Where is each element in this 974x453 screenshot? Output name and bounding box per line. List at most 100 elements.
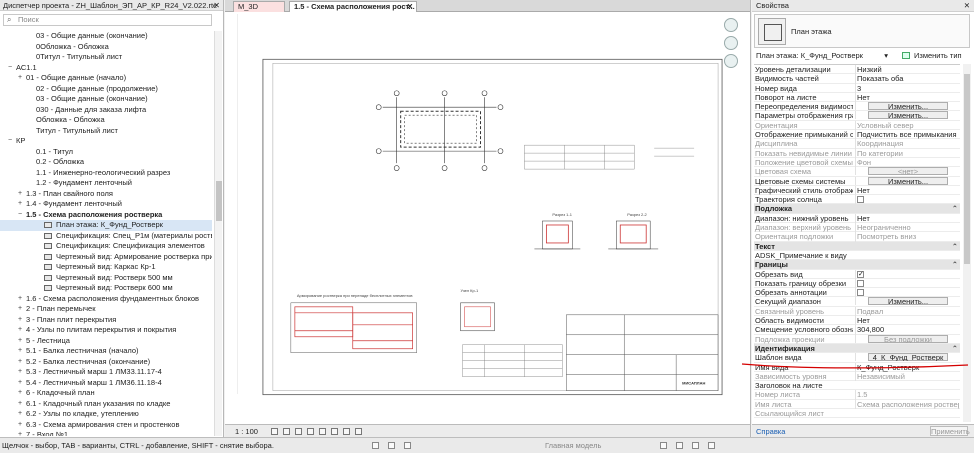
type-selector[interactable]: План этажа: [754, 14, 970, 48]
expand-icon[interactable]: +: [16, 73, 24, 84]
tree-item[interactable]: +4 - Узлы по плитам перекрытия и покрыти…: [0, 325, 212, 336]
model-selector[interactable]: Главная модель: [545, 440, 605, 451]
zoom-icon[interactable]: [724, 36, 738, 50]
tree-item[interactable]: +1.4 - Фундамент ленточный: [0, 199, 212, 210]
tree-item[interactable]: +5.4 - Лестничный марш 1 ЛМ36.11.18-4: [0, 378, 212, 389]
property-value[interactable]: Нет: [855, 92, 959, 103]
tree-item[interactable]: +1.6 - Схема расположения фундаментных б…: [0, 294, 212, 305]
tree-item[interactable]: +1.3 - План свайного поля: [0, 189, 212, 200]
navigation-bar[interactable]: [723, 16, 739, 76]
property-value[interactable]: К_Фунд_Ростверк: [855, 362, 959, 372]
checkbox[interactable]: [857, 196, 864, 204]
property-checkbox-cell[interactable]: [855, 278, 959, 289]
expand-icon[interactable]: +: [16, 325, 24, 336]
tree-item[interactable]: Чертежный вид: Армирование ростверка при…: [0, 252, 212, 263]
sheet-canvas[interactable]: Разрез 1-1 Разрез 2-2 Армирование ростве…: [225, 13, 750, 423]
property-value-cell[interactable]: 4_К_Фунд_Ростверк: [855, 353, 959, 362]
tree-item[interactable]: 0.2 - Обложка: [0, 157, 212, 168]
properties-scrollbar[interactable]: [963, 64, 971, 422]
tree-item[interactable]: 1.1 - Инженерно-геологический разрез: [0, 168, 212, 179]
property-edit-button[interactable]: Изменить...: [868, 176, 948, 185]
expand-icon[interactable]: +: [16, 357, 24, 368]
sync-icon[interactable]: [404, 442, 411, 449]
crop-region-icon[interactable]: [331, 428, 338, 435]
property-value-cell[interactable]: Изменить...: [855, 102, 959, 111]
tree-item[interactable]: Чертежный вид: Каркас Кр-1: [0, 262, 212, 273]
expand-icon[interactable]: +: [16, 336, 24, 347]
property-value[interactable]: Показать оба: [855, 74, 959, 84]
property-checkbox-cell[interactable]: [855, 288, 959, 298]
property-group[interactable]: Подложка ⌃: [754, 204, 960, 214]
expand-icon[interactable]: +: [16, 399, 24, 410]
tab-scheme-rostverk[interactable]: 1.5 - Схема расположения рост... ✕: [289, 1, 417, 12]
tree-item[interactable]: 03 - Общие данные (окончание): [0, 94, 212, 105]
filter-icon[interactable]: [708, 442, 715, 449]
tree-item[interactable]: План этажа: К_Фунд_Ростверк: [0, 220, 212, 231]
tree-item[interactable]: Чертежный вид: Ростверк 600 мм: [0, 283, 212, 294]
tree-item[interactable]: +01 - Общие данные (начало): [0, 73, 212, 84]
tree-item[interactable]: 0Титул - Титульный лист: [0, 52, 212, 63]
property-group[interactable]: Границы ⌃: [754, 260, 960, 270]
collapse-icon[interactable]: ⌃: [952, 204, 958, 213]
tree-item[interactable]: − КР: [0, 136, 212, 147]
tree-item[interactable]: Обложка - Обложка: [0, 115, 212, 126]
crop-view-icon[interactable]: [319, 428, 326, 435]
tree-item[interactable]: +7 - Вход №1: [0, 430, 212, 436]
select-pinned-icon[interactable]: [692, 442, 699, 449]
scroll-thumb[interactable]: [216, 181, 222, 221]
property-value[interactable]: 304,800: [855, 325, 959, 335]
detail-level-icon[interactable]: [271, 428, 278, 435]
edit-type-button[interactable]: Изменить тип: [898, 50, 970, 62]
visual-style-icon[interactable]: [283, 428, 290, 435]
property-value[interactable]: Нет: [855, 213, 959, 224]
tree-item[interactable]: +6.2 - Узлы по кладке, утеплению: [0, 409, 212, 420]
collapse-icon[interactable]: −: [6, 63, 14, 74]
expand-icon[interactable]: +: [16, 378, 24, 389]
close-icon[interactable]: ✕: [964, 0, 970, 12]
expand-icon[interactable]: +: [16, 304, 24, 315]
tab-m3d[interactable]: M_3D: [233, 1, 285, 12]
scroll-thumb[interactable]: [964, 74, 970, 264]
property-group[interactable]: Текст ⌃: [754, 241, 960, 251]
design-options-icon[interactable]: [388, 442, 395, 449]
tree-item[interactable]: +2 - План перемычек: [0, 304, 212, 315]
tree-item[interactable]: Спецификация: Спец_Р1м (материалы ростве…: [0, 231, 212, 242]
properties-help-link[interactable]: Справка: [756, 427, 785, 436]
tree-item[interactable]: +6.3 - Схема армирования стен и простенк…: [0, 420, 212, 431]
tree-item[interactable]: −1.5 - Схема расположения ростверка: [0, 210, 212, 221]
property-edit-button[interactable]: Изменить...: [868, 297, 948, 306]
expand-icon[interactable]: +: [16, 189, 24, 200]
expand-icon[interactable]: +: [16, 199, 24, 210]
tree-item[interactable]: 0Обложка - Обложка: [0, 42, 212, 53]
tree-item[interactable]: +3 - План плит перекрытия: [0, 315, 212, 326]
checkbox[interactable]: [857, 289, 864, 297]
property-value[interactable]: Нет: [855, 316, 959, 326]
pan-icon[interactable]: [724, 54, 738, 68]
tree-item[interactable]: +5.2 - Балка лестничная (окончание): [0, 357, 212, 368]
expand-icon[interactable]: +: [16, 294, 24, 305]
drawing-area[interactable]: M_3D 1.5 - Схема расположения рост...✕: [225, 0, 751, 437]
select-underlay-icon[interactable]: [676, 442, 683, 449]
tree-item[interactable]: 030 - Данные для заказа лифта: [0, 105, 212, 116]
search-input[interactable]: ⌕ Поиск: [3, 14, 212, 26]
property-value-cell[interactable]: Изменить...: [855, 297, 959, 306]
tree-item[interactable]: − АС1.1: [0, 63, 212, 74]
collapse-icon[interactable]: ⌃: [952, 260, 958, 269]
checkbox[interactable]: [857, 279, 864, 287]
checkbox[interactable]: [857, 270, 864, 279]
expand-icon[interactable]: +: [16, 346, 24, 357]
property-value[interactable]: 3: [855, 83, 959, 93]
collapse-icon[interactable]: ⌃: [952, 242, 958, 251]
sun-path-icon[interactable]: [295, 428, 302, 435]
collapse-icon[interactable]: −: [6, 136, 14, 147]
tree-item[interactable]: 02 - Общие данные (продолжение): [0, 84, 212, 95]
select-links-icon[interactable]: [660, 442, 667, 449]
property-checkbox-cell[interactable]: [855, 269, 959, 279]
property-value[interactable]: Подчистить все примыкания стен: [855, 130, 959, 140]
tree-item[interactable]: +5.3 - Лестничный марш 1 ЛМ33.11.17-4: [0, 367, 212, 378]
tree-item[interactable]: Титул - Титульный лист: [0, 126, 212, 137]
browser-scrollbar[interactable]: [214, 31, 222, 436]
tree-item[interactable]: 03 - Общие данные (окончание): [0, 31, 212, 42]
property-checkbox-cell[interactable]: [855, 195, 959, 205]
expand-icon[interactable]: +: [16, 409, 24, 420]
